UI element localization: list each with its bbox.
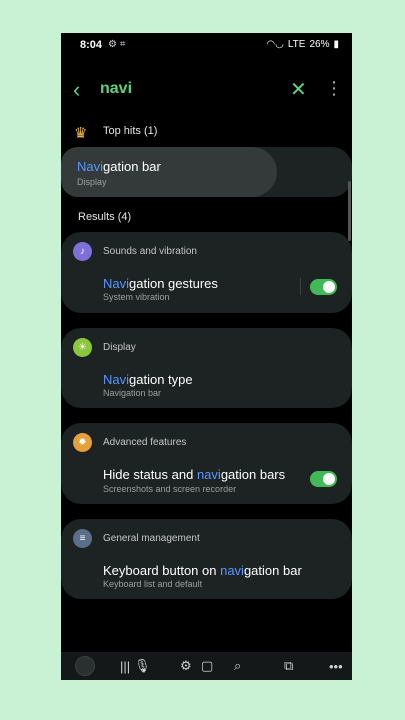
top-hits-label: Top hits (1) (103, 125, 158, 137)
divider (300, 278, 301, 295)
result-title: Navigation gestures (103, 276, 218, 291)
result-subtitle: Navigation bar (103, 388, 162, 398)
result-title: Navigation type (103, 372, 193, 387)
navigation-bar: ||| 🎙 ⚙ ▢ ⌕ ⧉ ••• (61, 652, 352, 680)
result-subtitle: System vibration (103, 292, 170, 302)
search-input[interactable]: navi (100, 80, 132, 98)
status-bar: 8:04 ⚙ ⌗ ◠◡ LTE 26% ▮ (61, 33, 352, 55)
close-icon[interactable]: ✕ (290, 77, 307, 102)
search-bar: ‹ navi ✕ ⋮ (61, 73, 352, 107)
results-label: Results (4) (78, 211, 132, 223)
result-card-display[interactable]: ☀ Display Navigation type Navigation bar (61, 328, 352, 408)
navigation-gestures-toggle[interactable] (310, 279, 337, 295)
hide-bars-toggle[interactable] (310, 471, 337, 487)
more-horiz-icon[interactable]: ••• (329, 657, 343, 675)
speaker-icon: ♪ (73, 242, 92, 261)
sliders-icon: ≡ (73, 529, 92, 548)
gear-plus-icon: ✹ (73, 433, 92, 452)
wifi-icon: ◠◡ (266, 39, 284, 50)
result-card-advanced[interactable]: ✹ Advanced features Hide status and navi… (61, 423, 352, 504)
category-label: General management (103, 533, 200, 544)
back-arrow-icon[interactable]: ‹ (73, 79, 80, 101)
crown-icon: ♛ (74, 125, 88, 142)
battery-icon: ▮ (333, 39, 339, 50)
gear-icon[interactable]: ⚙ (180, 657, 192, 675)
mic-icon[interactable]: 🎙 (134, 657, 151, 675)
status-time: 8:04 (80, 39, 103, 51)
more-vert-icon[interactable]: ⋮ (325, 78, 343, 99)
result-card-sounds[interactable]: ♪ Sounds and vibration Navigation gestur… (61, 232, 352, 313)
result-title: Keyboard button on navigation bar (103, 563, 302, 578)
signal-icon: LTE (287, 39, 306, 50)
category-label: Display (103, 342, 136, 353)
result-subtitle: Screenshots and screen recorder (103, 484, 237, 494)
result-card-general[interactable]: ≡ General management Keyboard button on … (61, 519, 352, 599)
recents-icon[interactable]: ||| (120, 657, 130, 675)
result-subtitle: Keyboard list and default (103, 579, 203, 589)
status-right-icons: ◠◡ LTE 26% ▮ (266, 39, 339, 50)
home-icon[interactable]: ▢ (201, 657, 213, 675)
status-notification-icons: ⚙ ⌗ (108, 39, 126, 50)
top-hit-title: Navigation bar (77, 159, 161, 174)
category-label: Sounds and vibration (103, 246, 197, 257)
translate-icon[interactable]: ⧉ (284, 657, 293, 675)
scrollbar[interactable] (348, 181, 351, 241)
result-title: Hide status and navigation bars (103, 467, 286, 482)
phone-screen: 8:04 ⚙ ⌗ ◠◡ LTE 26% ▮ ‹ navi ✕ ⋮ ♛ Top h… (61, 33, 352, 680)
search-icon[interactable]: ⌕ (234, 657, 241, 675)
sun-icon: ☀ (73, 338, 92, 357)
battery-text: 26% (309, 39, 330, 50)
category-label: Advanced features (103, 437, 187, 448)
top-hit-navigation-bar[interactable]: Navigation bar Display (61, 147, 352, 197)
emoji-icon[interactable] (75, 656, 95, 676)
top-hit-subtitle: Display (77, 177, 107, 187)
